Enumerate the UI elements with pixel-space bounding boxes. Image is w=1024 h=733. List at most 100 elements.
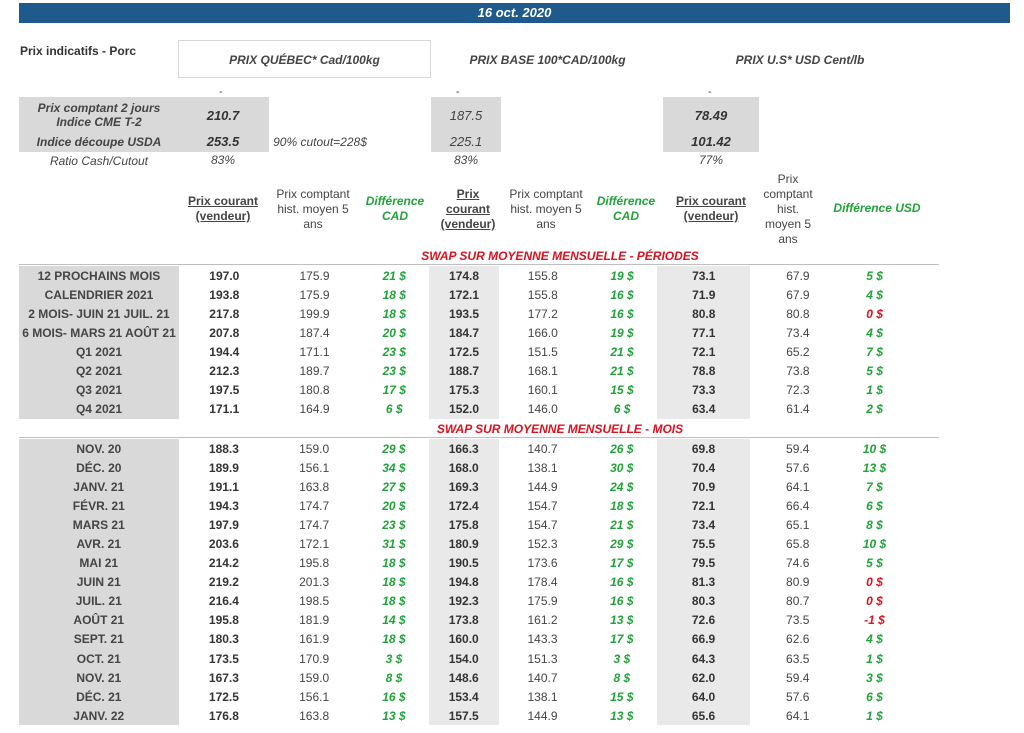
- quebec-current: 214.2: [208, 556, 239, 571]
- quebec-diff-cad: 31 $: [382, 537, 406, 552]
- base-diff-cad: 16 $: [610, 575, 634, 590]
- row-label: Q2 2021: [19, 361, 179, 381]
- quebec-hist-avg: 172.1: [299, 537, 330, 552]
- us-current: 70.9: [657, 477, 750, 497]
- quebec-diff-cad: 27 $: [382, 479, 406, 494]
- row-label: JANV. 22: [19, 706, 179, 726]
- base-diff-cad: 8 $: [613, 670, 631, 685]
- us-diff-usd: 6 $: [866, 689, 883, 704]
- col-header-diff-usd: Différence USD: [833, 201, 921, 215]
- us-current: 72.1: [657, 496, 750, 516]
- base-diff-cad: 3 $: [613, 651, 631, 666]
- spacer: [903, 611, 1024, 630]
- quebec-current: 189.9: [208, 460, 239, 475]
- quebec-diff-cad: 23 $: [382, 517, 406, 532]
- base-diff-cad: 13 $: [610, 613, 634, 628]
- row-label: JUIN 21: [19, 572, 179, 592]
- us-current: 80.3: [657, 591, 750, 611]
- col-header-current-base-line3: (vendeur): [440, 217, 496, 231]
- quebec-diff-cad: 17 $: [382, 383, 406, 398]
- quebec-diff-cad: 29 $: [382, 441, 406, 456]
- us-current: 62.0: [657, 668, 750, 688]
- base-current: 153.4: [428, 687, 499, 707]
- base-current: 172.5: [429, 342, 499, 362]
- base-diff-cad: 16 $: [610, 306, 634, 321]
- label-cme-index: Prix comptant 2 jours Indice CME T-2: [37, 101, 161, 129]
- us-current: 79.5: [657, 553, 750, 573]
- base-current: 160.0: [428, 629, 499, 650]
- base-current: 154.0: [428, 649, 499, 669]
- table-row: Q1 2021 194.4 171.1 23 $ 172.5 151.5 21 $ 72.1 6…: [19, 342, 1024, 362]
- us-diff-usd: 0 $: [866, 575, 883, 590]
- row-label: SEPT. 21: [19, 629, 179, 650]
- quebec-current: 191.1: [208, 479, 239, 494]
- months-table: NOV. 20 188.3 159.0 29 $ 166.3 140.7 26 $ 69.8 5…: [19, 439, 1024, 726]
- base-diff-cad: 17 $: [610, 632, 634, 647]
- us-diff-usd: 4 $: [866, 287, 883, 302]
- spacer: [904, 323, 1024, 342]
- spacer: [903, 515, 1024, 534]
- quebec-hist-avg: 161.9: [299, 632, 330, 647]
- quebec-current: 176.8: [208, 708, 239, 723]
- us-diff-usd: 5 $: [866, 364, 883, 379]
- table-row: NOV. 21 167.3 159.0 8 $ 148.6 140.7 8 $ 62.0 59.…: [19, 668, 1024, 688]
- table-row: CALENDRIER 2021 193.8 175.9 18 $ 172.1 155.8 1…: [19, 285, 1024, 305]
- us-current: 66.9: [657, 629, 750, 650]
- spacer: [903, 649, 1024, 668]
- col-header-current-us: Prix courant (vendeur): [675, 194, 747, 223]
- base-current: 180.9: [428, 534, 499, 554]
- quebec-diff-cad: 20 $: [382, 498, 406, 513]
- quebec-current: 188.3: [208, 441, 239, 456]
- us-hist-avg: 65.1: [786, 517, 810, 532]
- quebec-diff-cad: 18 $: [382, 287, 406, 302]
- row-label: FÉVR. 21: [19, 496, 179, 516]
- us-hist-avg: 73.5: [786, 613, 810, 628]
- table-row: Q3 2021 197.5 180.8 17 $ 175.3 160.1 15 $ 73.3 7…: [19, 380, 1024, 400]
- base-current: 175.3: [429, 380, 499, 400]
- quebec-hist-avg: 174.7: [299, 498, 330, 513]
- us-usda-value: 101.42: [691, 134, 731, 149]
- us-current: 75.5: [657, 534, 750, 554]
- us-hist-avg: 74.6: [786, 556, 810, 571]
- row-label: CALENDRIER 2021: [19, 285, 179, 305]
- base-hist-avg: 155.8: [527, 287, 558, 302]
- quebec-hist-avg: 175.9: [299, 287, 330, 302]
- table-row: NOV. 20 188.3 159.0 29 $ 166.3 140.7 26 $ 69.8 5…: [19, 439, 1024, 459]
- quebec-current: 207.8: [209, 325, 240, 340]
- table-row: 2 MOIS- JUIN 21 JUIL. 21 217.8 199.9 18 $ 19…: [19, 304, 1024, 324]
- spacer: [903, 630, 1024, 649]
- base-hist-avg: 152.3: [527, 537, 558, 552]
- row-label: Q3 2021: [19, 380, 179, 400]
- header-base: PRIX BASE 100*CAD/100kg: [469, 53, 626, 67]
- base-hist-avg: 168.1: [527, 364, 558, 379]
- quebec-diff-cad: 23 $: [382, 364, 406, 379]
- base-hist-avg: 144.9: [527, 708, 558, 723]
- quebec-hist-avg: 175.9: [299, 268, 330, 283]
- row-label: JANV. 21: [19, 477, 179, 497]
- base-hist-avg: 175.9: [527, 594, 558, 609]
- us-hist-avg: 67.9: [786, 287, 810, 302]
- us-current: 69.8: [657, 439, 750, 459]
- base-ratio-value: 83%: [453, 153, 479, 167]
- quebec-current: 173.5: [208, 651, 239, 666]
- divider: [19, 264, 939, 265]
- us-current: 80.8: [657, 304, 751, 324]
- base-diff-cad: 15 $: [610, 689, 634, 704]
- us-hist-avg: 64.1: [786, 708, 810, 723]
- row-label: Q1 2021: [19, 342, 179, 362]
- base-diff-cad: 30 $: [610, 460, 634, 475]
- quebec-hist-avg: 164.9: [299, 402, 330, 417]
- quebec-current: 216.4: [208, 594, 239, 609]
- quebec-diff-cad: 16 $: [382, 689, 406, 704]
- quebec-current: 212.3: [209, 364, 240, 379]
- base-current: 190.5: [428, 553, 499, 573]
- base-hist-avg: 138.1: [527, 689, 558, 704]
- base-hist-avg: 140.7: [527, 441, 558, 456]
- quebec-diff-cad: 14 $: [382, 613, 406, 628]
- base-current: 172.1: [429, 285, 499, 305]
- quebec-diff-cad: 13 $: [382, 708, 406, 723]
- quebec-hist-avg: 170.9: [299, 651, 330, 666]
- spacer: [904, 266, 1024, 285]
- section-title-months: SWAP SUR MOYENNE MENSUELLE - MOIS: [436, 422, 684, 436]
- base-hist-avg: 178.4: [527, 575, 558, 590]
